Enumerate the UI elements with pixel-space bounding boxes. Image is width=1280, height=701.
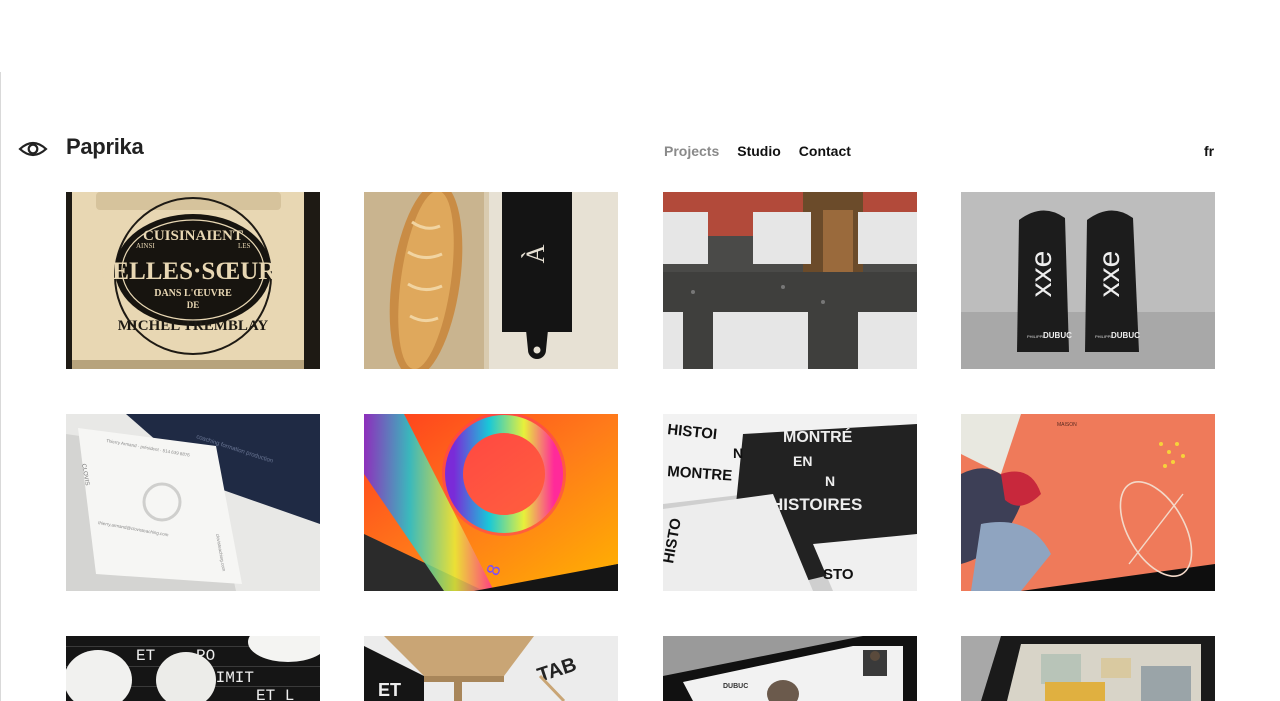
- board-letter: À: [521, 244, 550, 263]
- print-word-9: STO: [823, 566, 854, 583]
- project-tile-street-grid[interactable]: [663, 192, 917, 369]
- bag-label-right: DUBUC: [1111, 331, 1140, 340]
- book-title: BELLES·SŒURS: [96, 258, 291, 285]
- project-image: MAISON: [961, 414, 1215, 591]
- project-tile-lamps[interactable]: ET PO LIMIT ET L: [66, 636, 320, 701]
- project-image: CUISINAIENT AINSI LES BELLES·SŒURS DANS …: [66, 192, 320, 369]
- project-tile-bread-board[interactable]: À: [364, 192, 618, 369]
- book-line-top: CUISINAIENT: [143, 228, 243, 244]
- eye-icon[interactable]: [18, 138, 48, 160]
- bag-mark-right: xxe: [1093, 251, 1126, 298]
- book-line-sub: DANS L'ŒUVRE: [154, 288, 232, 299]
- main-nav: Projects Studio Contact: [664, 143, 851, 159]
- nav-projects[interactable]: Projects: [664, 143, 719, 159]
- project-image: [663, 192, 917, 369]
- print-word-7: HISTOIRES: [771, 495, 862, 514]
- project-image: xxe xxe PHILIPPE DUBUC PHILIPPE DUBUC: [961, 192, 1215, 369]
- bag-label-left: DUBUC: [1043, 331, 1072, 340]
- print-word-5: N: [825, 473, 835, 489]
- project-image: [961, 636, 1215, 701]
- print-corner-label: MAISON: [1057, 422, 1077, 428]
- project-image: TAB ET: [364, 636, 618, 701]
- project-tile-montreal-histoires[interactable]: HISTOI MONTRÉ N EN N MONTRE HISTOIRES HI…: [663, 414, 917, 591]
- project-tile-belles-soeurs[interactable]: CUISINAIENT AINSI LES BELLES·SŒURS DANS …: [66, 192, 320, 369]
- project-image: coaching formation production CLOVIS Thi…: [66, 414, 320, 591]
- language-switch[interactable]: fr: [1204, 143, 1214, 159]
- brand-name[interactable]: Paprika: [66, 134, 144, 160]
- bag-mark-left: xxe: [1025, 251, 1058, 298]
- nav-contact[interactable]: Contact: [799, 143, 851, 159]
- board-text-a: ET: [136, 647, 155, 665]
- print-word-4: EN: [793, 453, 812, 469]
- project-image: ET PO LIMIT ET L: [66, 636, 320, 701]
- project-tile-clovis-card[interactable]: coaching formation production CLOVIS Thi…: [66, 414, 320, 591]
- print-word-2: MONTRÉ: [783, 427, 853, 446]
- project-image: À: [364, 192, 618, 369]
- site-mini-logo: DUBUC: [723, 683, 748, 690]
- print-word-3: N: [733, 445, 743, 461]
- project-tile-dubuc-bags[interactable]: xxe xxe PHILIPPE DUBUC PHILIPPE DUBUC: [961, 192, 1215, 369]
- project-image: HISTOI MONTRÉ N EN N MONTRE HISTOIRES HI…: [663, 414, 917, 591]
- project-tile-wooden-table[interactable]: TAB ET: [364, 636, 618, 701]
- project-tile-colorful-book[interactable]: 8: [364, 414, 618, 591]
- board-text-d: ET L: [256, 687, 294, 701]
- book-tiny-left: AINSI: [136, 242, 155, 250]
- project-tile-dubuc-website[interactable]: DUBUC: [663, 636, 917, 701]
- project-tile-maison-print[interactable]: MAISON: [961, 414, 1215, 591]
- site-header: Paprika Projects Studio Contact fr: [0, 128, 1280, 172]
- book-line-de: DE: [187, 300, 200, 310]
- table-text-b: ET: [378, 680, 401, 700]
- project-image: 8: [364, 414, 618, 591]
- book-author: MICHEL TREMBLAY: [118, 318, 269, 334]
- nav-studio[interactable]: Studio: [737, 143, 781, 159]
- project-image: DUBUC: [663, 636, 917, 701]
- project-tile-tablet-interior[interactable]: [961, 636, 1215, 701]
- book-tiny-right: LES: [238, 242, 251, 250]
